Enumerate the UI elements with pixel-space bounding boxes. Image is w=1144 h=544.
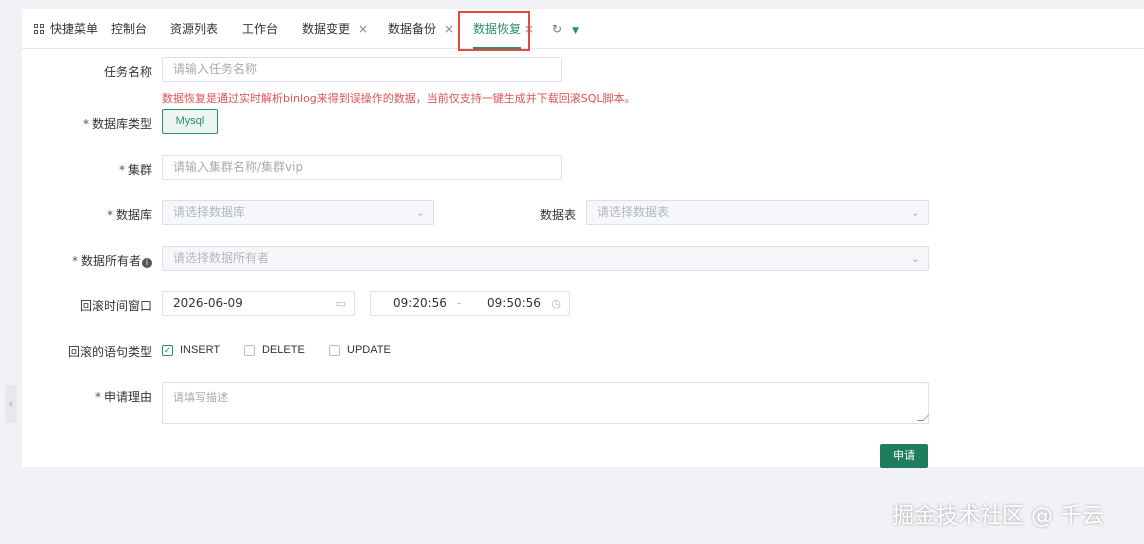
- caret-down-icon[interactable]: ▼: [572, 26, 579, 36]
- info-icon[interactable]: i: [142, 258, 152, 268]
- tab-resource-list[interactable]: 资源列表: [170, 9, 218, 49]
- highlight-annotation: [458, 11, 530, 51]
- tab-bar: 快捷菜单 控制台 资源列表 工作台 数据变更 × 数据备份 × 数据恢复 × ↻ ▼: [22, 9, 1144, 51]
- task-name-input[interactable]: 请输入任务名称: [162, 57, 562, 82]
- owner-select[interactable]: 请选择数据所有者 ⌄: [162, 246, 929, 271]
- tab-data-backup[interactable]: 数据备份 ×: [388, 9, 454, 49]
- checkbox-delete[interactable]: DELETE: [244, 343, 305, 357]
- start-time: 09:20:56: [393, 296, 447, 310]
- reason-label: * 申请理由: [94, 390, 152, 404]
- date-picker[interactable]: 2026-06-09 ▭: [162, 291, 355, 316]
- time-range-picker[interactable]: 09:20:56 - 09:50:56 ◷: [370, 291, 570, 316]
- tab-data-change[interactable]: 数据变更 ×: [302, 9, 368, 49]
- calendar-icon: ▭: [335, 297, 346, 310]
- db-type-mysql-button[interactable]: Mysql: [162, 109, 218, 134]
- chevron-down-icon: ⌄: [910, 252, 920, 265]
- reason-textarea[interactable]: 请填写描述: [162, 382, 929, 424]
- clock-icon: ◷: [551, 297, 561, 310]
- checkbox-insert[interactable]: ✓ INSERT: [162, 343, 220, 357]
- tab-workbench[interactable]: 工作台: [242, 9, 278, 49]
- restore-hint: 数据恢复是通过实时解析binlog来得到误操作的数据，当前仅支持一键生成并下载回…: [162, 92, 636, 105]
- stmt-types-label: 回滚的语句类型: [67, 345, 152, 359]
- tab-console[interactable]: 控制台: [111, 9, 147, 49]
- checkbox-box: [329, 344, 340, 356]
- database-label: * 数据库: [106, 208, 152, 222]
- refresh-icon[interactable]: ↻: [552, 22, 562, 36]
- rollback-window-label: 回滚时间窗口: [79, 299, 152, 313]
- close-icon[interactable]: ×: [358, 22, 368, 36]
- chevron-down-icon: ⌄: [415, 206, 425, 219]
- task-name-label: 任务名称: [103, 65, 152, 79]
- submit-button[interactable]: 申请: [880, 444, 928, 468]
- checkbox-box: [244, 344, 255, 356]
- chevron-down-icon: ⌄: [910, 206, 920, 219]
- check-icon: ✓: [162, 344, 173, 356]
- chevron-left-icon: ‹: [9, 398, 13, 410]
- database-select[interactable]: 请选择数据库 ⌄: [162, 200, 434, 225]
- end-time: 09:50:56: [487, 296, 541, 310]
- close-icon[interactable]: ×: [444, 22, 454, 36]
- quick-menu[interactable]: 快捷菜单: [34, 9, 98, 49]
- cluster-input[interactable]: 请输入集群名称/集群vip: [162, 155, 562, 180]
- owner-label: * 数据所有者 i: [22, 252, 152, 269]
- grid-icon: [34, 24, 44, 34]
- resize-handle-icon[interactable]: [917, 415, 929, 421]
- table-label: 数据表: [539, 208, 576, 222]
- tab-actions[interactable]: ↻ ▼: [552, 9, 579, 49]
- sidebar-collapse-handle[interactable]: ‹: [5, 385, 17, 423]
- main-panel: 快捷菜单 控制台 资源列表 工作台 数据变更 × 数据备份 × 数据恢复 × ↻ ▼ …: [22, 9, 1144, 468]
- cluster-label: * 集群: [118, 163, 152, 177]
- watermark: 掘金技术社区 @ 千云: [892, 504, 1104, 529]
- checkbox-update[interactable]: UPDATE: [329, 343, 391, 357]
- table-select[interactable]: 请选择数据表 ⌄: [586, 200, 929, 225]
- time-separator: -: [457, 296, 462, 310]
- db-type-label: * 数据库类型: [82, 117, 152, 131]
